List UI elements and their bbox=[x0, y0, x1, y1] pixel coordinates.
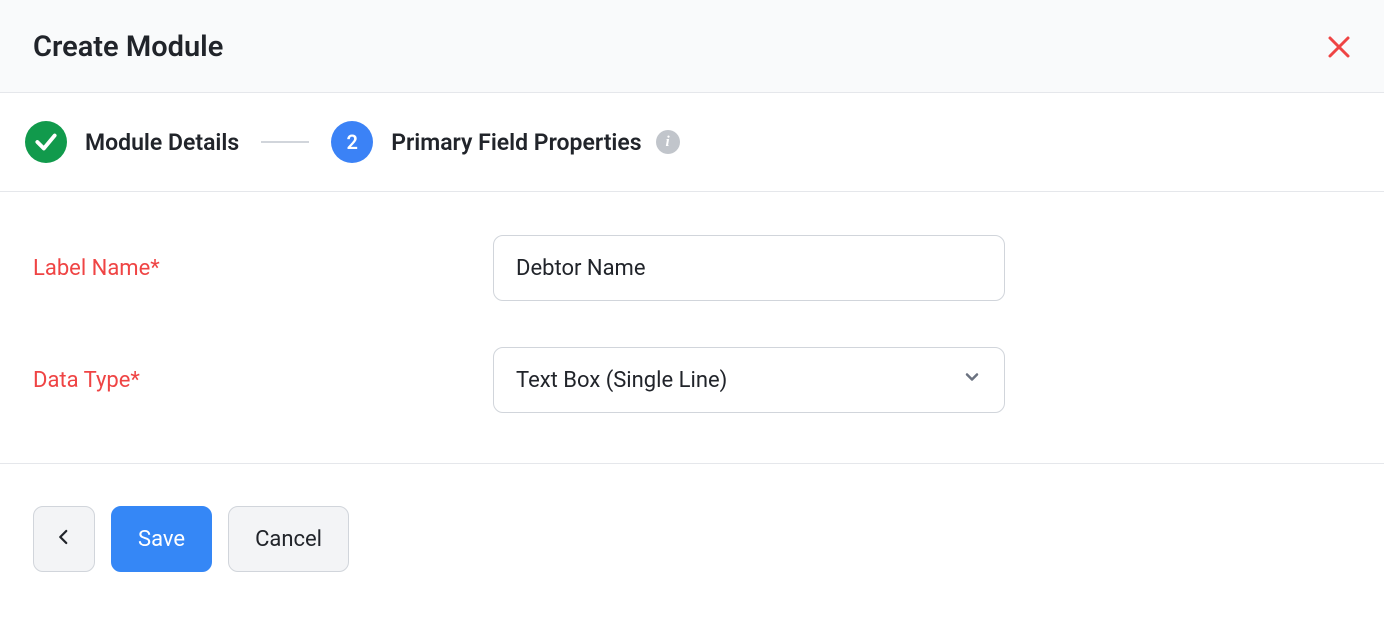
label-name-label: Label Name* bbox=[33, 256, 493, 281]
stepper: Module Details 2 Primary Field Propertie… bbox=[0, 93, 1384, 192]
check-icon bbox=[25, 121, 67, 163]
data-type-label: Data Type* bbox=[33, 368, 493, 393]
step-module-details[interactable]: Module Details bbox=[25, 121, 239, 163]
info-icon[interactable]: i bbox=[656, 130, 680, 154]
dialog-title: Create Module bbox=[33, 30, 223, 64]
form-body: Label Name* Data Type* Text Box (Single … bbox=[0, 192, 1384, 464]
data-type-select[interactable]: Text Box (Single Line) bbox=[493, 347, 1005, 413]
form-row-label-name: Label Name* bbox=[33, 235, 1351, 301]
save-button-label: Save bbox=[138, 527, 185, 552]
step-connector bbox=[261, 141, 309, 143]
step-label: Module Details bbox=[85, 129, 239, 156]
step-primary-field-properties[interactable]: 2 Primary Field Properties i bbox=[331, 121, 679, 163]
form-row-data-type: Data Type* Text Box (Single Line) bbox=[33, 347, 1351, 413]
step-number: 2 bbox=[331, 121, 373, 163]
cancel-button[interactable]: Cancel bbox=[228, 506, 349, 572]
dialog-header: Create Module bbox=[0, 0, 1384, 93]
chevron-left-icon bbox=[55, 527, 73, 552]
back-button[interactable] bbox=[33, 506, 95, 572]
dialog-footer: Save Cancel bbox=[0, 464, 1384, 596]
save-button[interactable]: Save bbox=[111, 506, 212, 572]
close-icon[interactable] bbox=[1327, 35, 1351, 59]
step-label: Primary Field Properties bbox=[391, 129, 641, 156]
chevron-down-icon bbox=[962, 367, 982, 393]
label-name-input[interactable] bbox=[493, 235, 1005, 301]
data-type-value: Text Box (Single Line) bbox=[516, 368, 727, 393]
cancel-button-label: Cancel bbox=[255, 527, 322, 552]
